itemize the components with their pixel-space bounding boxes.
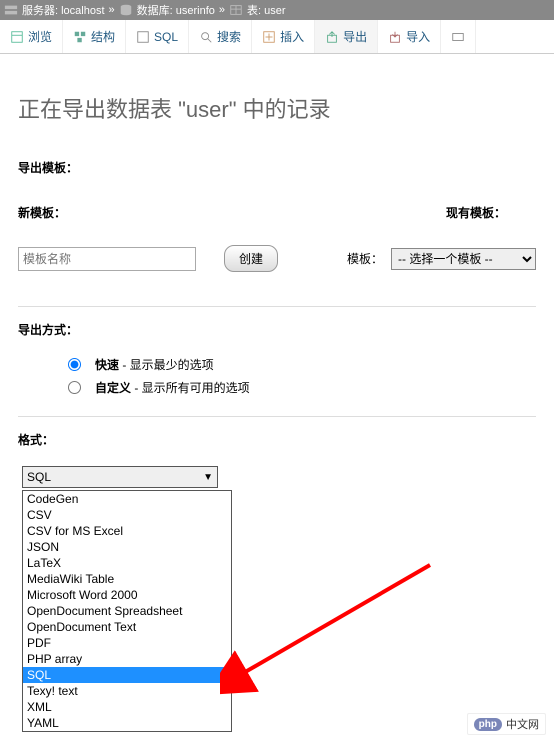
export-icon (325, 30, 339, 44)
breadcrumb: 服务器: localhost » 数据库: userinfo » 表: user (0, 0, 554, 20)
method-quick-label: 快速 - 显示最少的选项 (95, 356, 214, 373)
tab-label: 浏览 (28, 28, 52, 45)
tab-export[interactable]: 导出 (315, 20, 378, 53)
divider (18, 306, 536, 307)
breadcrumb-server[interactable]: 服务器: localhost (22, 2, 105, 18)
page-title: 正在导出数据表 "user" 中的记录 (18, 92, 536, 124)
existing-template-label: 现有模板： (446, 204, 506, 221)
browse-icon (10, 30, 24, 44)
new-template-label: 新模板： (18, 204, 66, 221)
tab-label: SQL (154, 30, 178, 44)
format-option[interactable]: Microsoft Word 2000 (23, 587, 231, 603)
tab-label: 搜索 (217, 28, 241, 45)
method-custom-radio[interactable] (68, 381, 81, 394)
tab-sql[interactable]: SQL (126, 20, 189, 53)
insert-icon (262, 30, 276, 44)
tab-label: 导入 (406, 28, 430, 45)
tab-insert[interactable]: 插入 (252, 20, 315, 53)
format-select[interactable]: SQL ▼ (22, 466, 218, 488)
main-content: 正在导出数据表 "user" 中的记录 导出模板： 新模板： 现有模板： 创建 … (0, 54, 554, 750)
chevron-down-icon: ▼ (203, 472, 213, 483)
format-option[interactable]: Texy! text (23, 683, 231, 699)
format-option[interactable]: SQL (23, 667, 231, 683)
format-option[interactable]: XML (23, 699, 231, 715)
method-quick-row[interactable]: 快速 - 显示最少的选项 (68, 356, 536, 373)
more-icon (451, 30, 465, 44)
template-select-label: 模板： (347, 250, 383, 267)
format-selected-value: SQL (27, 470, 51, 484)
watermark: php 中文网 (467, 713, 546, 735)
tab-more[interactable] (441, 20, 476, 53)
tab-import[interactable]: 导入 (378, 20, 441, 53)
tab-label: 导出 (343, 28, 367, 45)
php-logo-icon: php (474, 718, 502, 731)
structure-icon (73, 30, 87, 44)
format-option[interactable]: PDF (23, 635, 231, 651)
search-icon (199, 30, 213, 44)
tab-browse[interactable]: 浏览 (0, 20, 63, 53)
watermark-text: 中文网 (506, 716, 539, 732)
format-option[interactable]: JSON (23, 539, 231, 555)
breadcrumb-table[interactable]: 表: user (247, 2, 286, 18)
template-name-input[interactable] (18, 247, 196, 271)
template-heading: 导出模板： (18, 159, 536, 176)
divider (18, 416, 536, 417)
method-heading: 导出方式： (18, 321, 536, 338)
tab-structure[interactable]: 结构 (63, 20, 126, 53)
method-custom-label: 自定义 - 显示所有可用的选项 (95, 379, 250, 396)
breadcrumb-database[interactable]: 数据库: userinfo (137, 2, 215, 18)
tab-bar: 浏览 结构 SQL 搜索 插入 导出 导入 (0, 20, 554, 54)
create-button[interactable]: 创建 (224, 245, 278, 272)
format-option[interactable]: CSV (23, 507, 231, 523)
format-option[interactable]: MediaWiki Table (23, 571, 231, 587)
import-icon (388, 30, 402, 44)
sql-icon (136, 30, 150, 44)
format-dropdown: CodeGenCSVCSV for MS ExcelJSONLaTeXMedia… (22, 490, 232, 732)
format-option[interactable]: OpenDocument Spreadsheet (23, 603, 231, 619)
format-option[interactable]: YAML (23, 715, 231, 731)
method-quick-radio[interactable] (68, 358, 81, 371)
template-select[interactable]: -- 选择一个模板 -- (391, 248, 536, 270)
database-icon (119, 3, 133, 17)
server-icon (4, 3, 18, 17)
format-option[interactable]: OpenDocument Text (23, 619, 231, 635)
tab-label: 结构 (91, 28, 115, 45)
tab-search[interactable]: 搜索 (189, 20, 252, 53)
breadcrumb-sep: » (219, 4, 225, 16)
tab-label: 插入 (280, 28, 304, 45)
table-icon (229, 3, 243, 17)
format-option[interactable]: LaTeX (23, 555, 231, 571)
breadcrumb-sep: » (109, 4, 115, 16)
format-option[interactable]: CodeGen (23, 491, 231, 507)
format-option[interactable]: PHP array (23, 651, 231, 667)
format-heading: 格式： (18, 431, 536, 448)
method-custom-row[interactable]: 自定义 - 显示所有可用的选项 (68, 379, 536, 396)
format-option[interactable]: CSV for MS Excel (23, 523, 231, 539)
